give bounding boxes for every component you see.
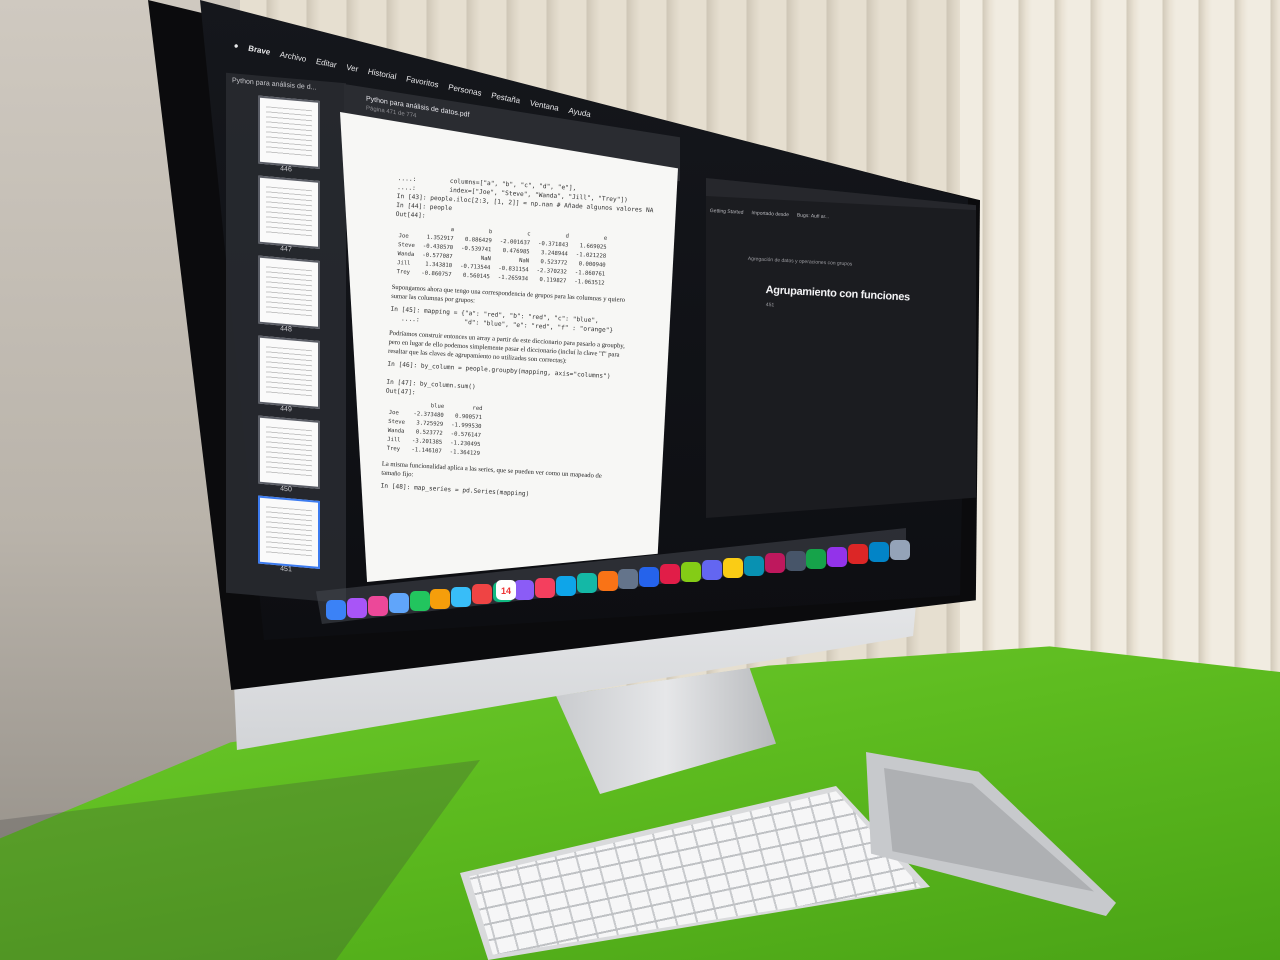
bookmarks-bar: Getting Started Importado desde Bugs: Au… bbox=[709, 208, 969, 234]
menu-item-archivo[interactable]: Archivo bbox=[279, 49, 307, 63]
table-cell: 0.560145 bbox=[462, 272, 491, 281]
pdf-page-content: ....: columns=["a", "b", "c", "d", "e"],… bbox=[380, 174, 654, 504]
dock-app-icon[interactable] bbox=[869, 542, 890, 563]
dock-app-icon[interactable] bbox=[555, 575, 576, 596]
table-cell: Trey bbox=[396, 269, 411, 276]
dock-app-icon[interactable] bbox=[409, 591, 430, 612]
menu-item-historial[interactable]: Historial bbox=[367, 66, 397, 80]
menu-item-pestana[interactable]: Pestaña bbox=[491, 90, 522, 104]
dock-app-icon[interactable] bbox=[597, 571, 618, 592]
page-thumbnail[interactable] bbox=[258, 415, 320, 489]
page-thumbnail-active[interactable] bbox=[258, 495, 320, 569]
dock-app-icon[interactable] bbox=[430, 588, 451, 609]
dataframe-table: blue red Joe -2.373480 0.900571 Steve 3.725… bbox=[382, 400, 486, 460]
dock-app-icon[interactable] bbox=[639, 566, 660, 587]
page-thumbnail[interactable] bbox=[258, 175, 320, 249]
pdf-thumbnail-sidebar: Python para análisis de d... 446 447 448… bbox=[226, 72, 346, 604]
bookmark-link[interactable]: Bugs: Aufi ar... bbox=[796, 213, 830, 227]
dock-app-icon[interactable] bbox=[388, 593, 409, 614]
page-thumbnail[interactable] bbox=[258, 95, 320, 169]
menu-item-editar[interactable]: Editar bbox=[315, 56, 337, 69]
dock-app-icon[interactable] bbox=[367, 595, 388, 616]
dataframe-table: a b c d e Joe 1.352917 0.886429 -2.001637 -0… bbox=[392, 223, 611, 289]
menu-item-personas[interactable]: Personas bbox=[448, 82, 483, 97]
dock-app-icon[interactable] bbox=[534, 577, 555, 598]
dock-app-icon[interactable] bbox=[472, 584, 493, 605]
table-cell: -1.063512 bbox=[574, 279, 605, 287]
apple-menu-icon[interactable]: ● bbox=[233, 40, 239, 50]
dock-app-icon[interactable] bbox=[743, 555, 764, 576]
menu-item-ver[interactable]: Ver bbox=[346, 62, 360, 73]
menu-item-ayuda[interactable]: Ayuda bbox=[568, 105, 592, 118]
wall-panel-right bbox=[960, 0, 1280, 700]
breadcrumb[interactable]: Agregación de datos y operaciones con gr… bbox=[748, 256, 853, 267]
page-thumbnail[interactable] bbox=[258, 255, 320, 329]
dock-app-icon[interactable] bbox=[346, 597, 367, 618]
dock-app-icon[interactable] bbox=[848, 544, 869, 565]
menu-item-favoritos[interactable]: Favoritos bbox=[405, 74, 439, 89]
calendar-icon[interactable]: 14 bbox=[496, 580, 516, 600]
dock-app-icon[interactable] bbox=[326, 600, 346, 620]
table-cell: -1.146107 bbox=[411, 447, 442, 455]
dock-app-icon[interactable] bbox=[764, 553, 785, 574]
bookmark-link[interactable]: Getting Started bbox=[709, 208, 744, 222]
menu-item-ventana[interactable]: Ventana bbox=[529, 98, 560, 112]
dock-app-icon[interactable] bbox=[702, 560, 722, 580]
page-heading: Agrupamiento con funciones bbox=[765, 284, 911, 304]
dock-app-icon[interactable] bbox=[576, 573, 597, 594]
table-cell: -1.265934 bbox=[497, 274, 529, 283]
dock-app-icon[interactable] bbox=[785, 551, 806, 572]
dock-app-icon[interactable] bbox=[890, 540, 910, 560]
dock-app-icon[interactable] bbox=[827, 546, 848, 567]
browser-window: Getting Started Importado desde Bugs: Au… bbox=[706, 178, 976, 518]
dock-app-icon[interactable] bbox=[681, 562, 702, 583]
page-thumbnail[interactable] bbox=[258, 335, 320, 409]
dock-app-icon[interactable] bbox=[806, 548, 827, 569]
table-cell: -1.364129 bbox=[449, 449, 481, 458]
dock-app-icon[interactable] bbox=[451, 586, 472, 607]
dock-app-icon[interactable] bbox=[660, 564, 681, 585]
table-cell: -0.860757 bbox=[421, 270, 452, 279]
pdf-page: ....: columns=["a", "b", "c", "d", "e"],… bbox=[340, 112, 678, 582]
sidebar-title: Python para análisis de d... bbox=[232, 77, 317, 92]
page-number-label: 451 bbox=[765, 302, 775, 309]
bookmark-link[interactable]: Importado desde bbox=[751, 210, 789, 224]
menu-app-name[interactable]: Brave bbox=[248, 43, 272, 56]
table-cell: 0.119827 bbox=[539, 277, 567, 285]
table-cell: Trey bbox=[386, 445, 401, 453]
dock-app-icon[interactable] bbox=[514, 580, 534, 600]
code-block: ....: columns=["a", "b", "c", "d", "e"],… bbox=[395, 174, 654, 220]
dock-app-icon[interactable] bbox=[722, 557, 743, 578]
dock-app-icon[interactable] bbox=[618, 568, 639, 589]
